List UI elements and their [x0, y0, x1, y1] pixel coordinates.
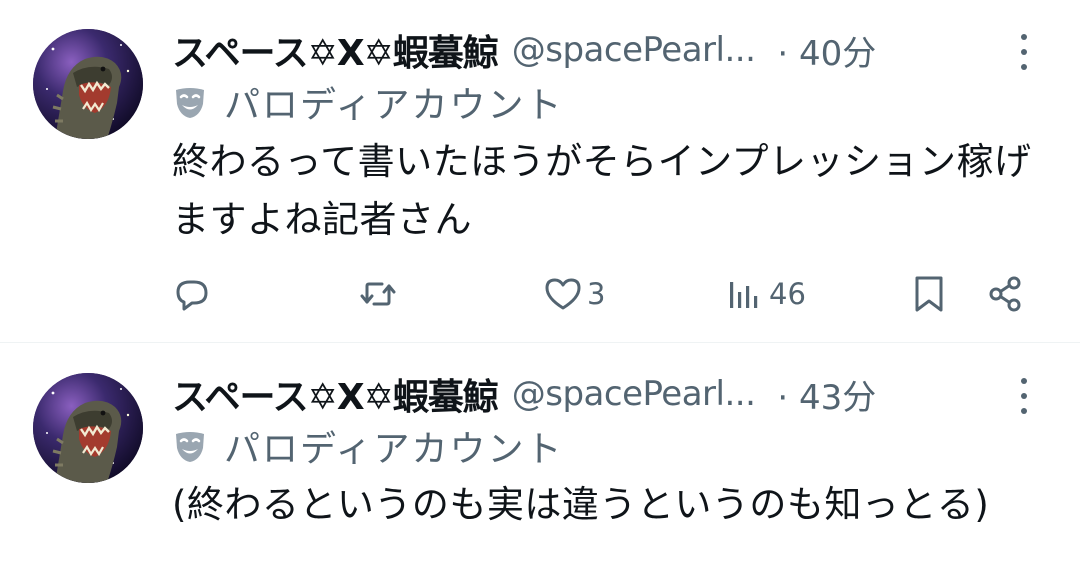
user-handle[interactable]: @spacePearl... — [512, 30, 756, 70]
tweet[interactable]: スペース✡X✡蝦蟇鯨 @spacePearl... · 40分 パロディアカウン… — [0, 0, 1080, 343]
timestamp[interactable]: · 40分 — [777, 26, 876, 75]
tweet-actions: 3 46 — [172, 272, 1032, 316]
like-button[interactable]: 3 — [543, 272, 605, 316]
bookmark-icon — [915, 276, 943, 312]
view-count: 46 — [769, 277, 806, 311]
more-vertical-icon[interactable] — [1012, 32, 1036, 72]
kaiju-avatar-icon — [33, 373, 143, 483]
tweet-header: スペース✡X✡蝦蟇鯨 @spacePearl... · 43分 — [172, 368, 876, 420]
tweet-text: 終わるって書いたほうがそらインプレッション稼げますよね記者さん — [172, 140, 1032, 241]
share-icon — [989, 276, 1021, 312]
bookmark-button[interactable] — [909, 272, 949, 316]
share-button[interactable] — [986, 272, 1026, 316]
display-name[interactable]: スペース✡X✡蝦蟇鯨 — [172, 368, 499, 420]
avatar[interactable] — [33, 29, 143, 139]
theater-mask-icon — [176, 432, 204, 462]
views-icon — [730, 282, 758, 308]
avatar[interactable] — [33, 373, 143, 483]
user-handle[interactable]: @spacePearl... — [512, 374, 756, 414]
parody-label: パロディアカウント — [172, 423, 564, 470]
tweet-header: スペース✡X✡蝦蟇鯨 @spacePearl... · 40分 — [172, 24, 876, 76]
tweet-text: (終わるというのも実は違うというのも知っとる) — [172, 483, 990, 526]
more-vertical-icon[interactable] — [1012, 376, 1036, 416]
parody-label: パロディアカウント — [172, 79, 564, 126]
retweet-icon — [360, 282, 396, 306]
retweet-button[interactable] — [358, 272, 402, 316]
views-button[interactable]: 46 — [725, 272, 806, 316]
tweet[interactable]: スペース✡X✡蝦蟇鯨 @spacePearl... · 43分 パロディアカウン… — [0, 344, 1080, 569]
parody-label-text: パロディアカウント — [224, 429, 564, 470]
heart-icon — [545, 278, 581, 310]
reply-button[interactable] — [172, 272, 216, 316]
timeline-feed: スペース✡X✡蝦蟇鯨 @spacePearl... · 40分 パロディアカウン… — [0, 0, 1080, 569]
timestamp[interactable]: · 43分 — [777, 370, 876, 419]
tweet-divider — [0, 342, 1080, 343]
display-name[interactable]: スペース✡X✡蝦蟇鯨 — [172, 24, 499, 76]
reply-icon — [176, 280, 208, 311]
theater-mask-icon — [176, 88, 204, 118]
parody-label-text: パロディアカウント — [224, 85, 564, 126]
like-count: 3 — [587, 277, 606, 311]
kaiju-avatar-icon — [33, 29, 143, 139]
